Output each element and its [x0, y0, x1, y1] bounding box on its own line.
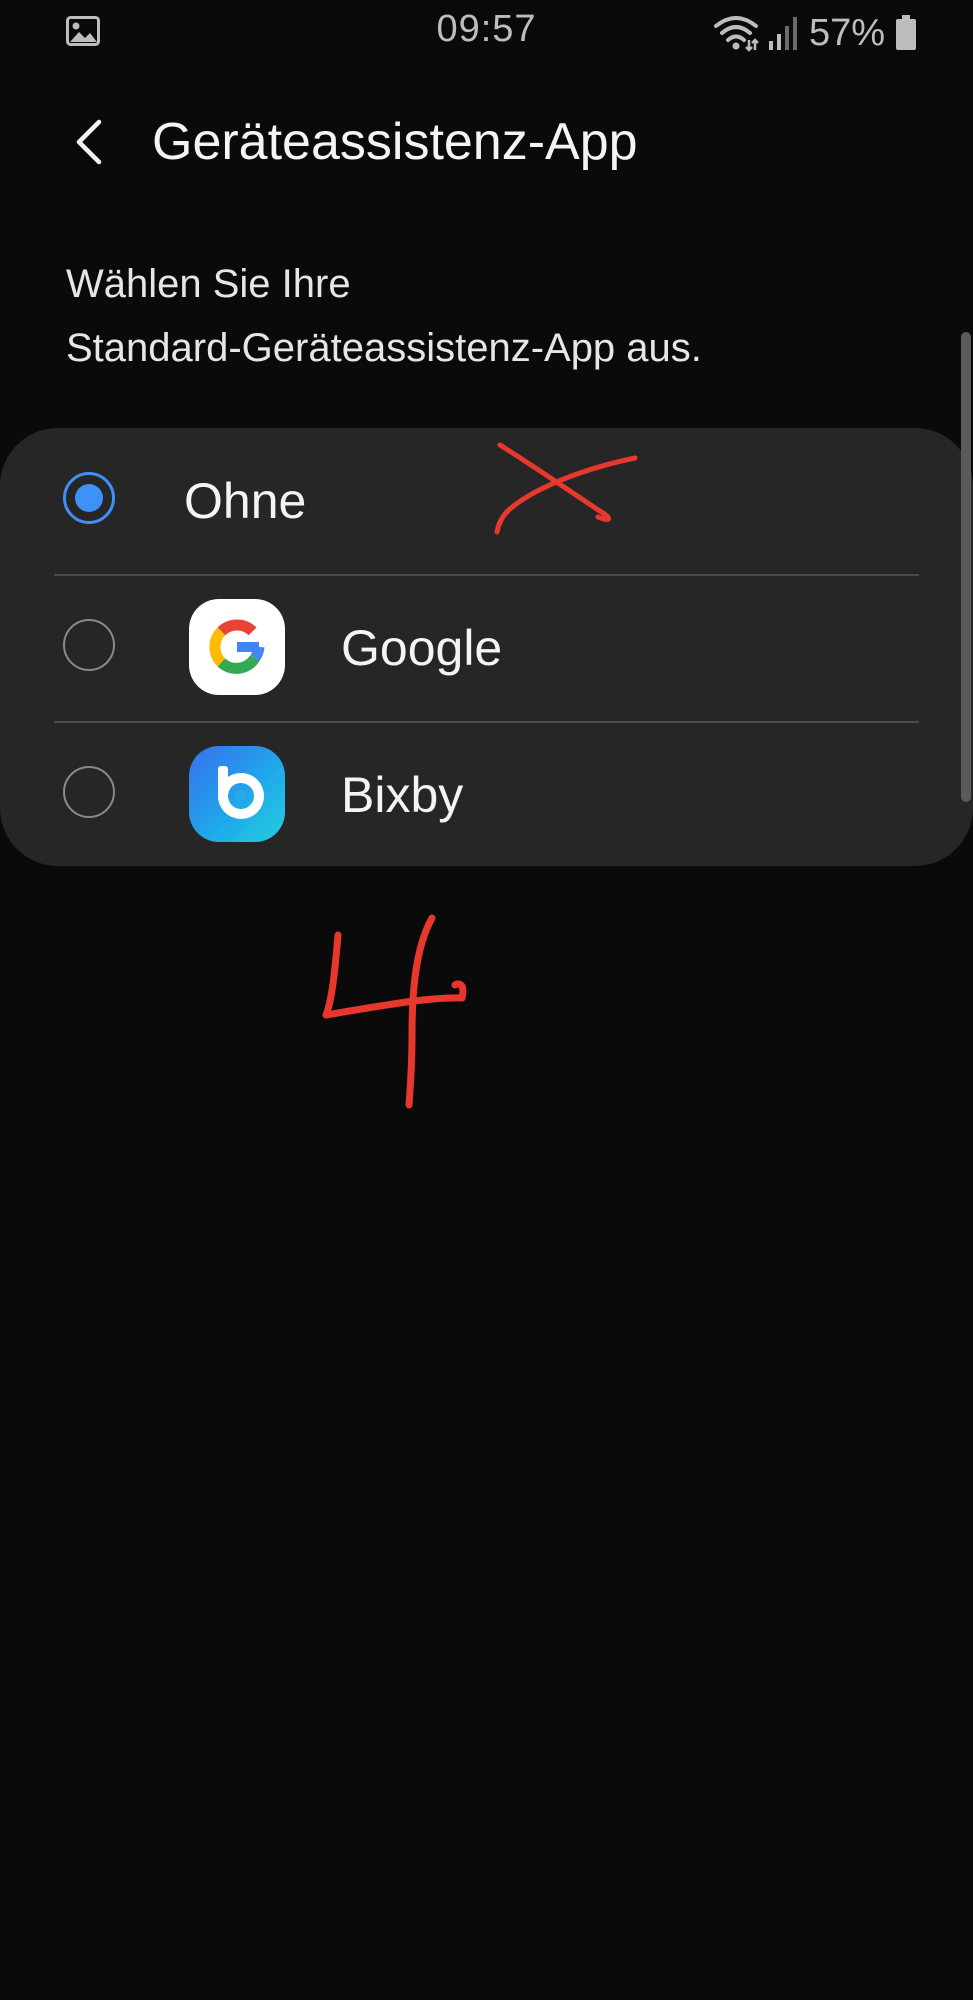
battery-icon — [896, 15, 916, 50]
scrollbar[interactable] — [961, 332, 971, 802]
option-label-bixby: Bixby — [341, 767, 464, 823]
signal-icon — [768, 17, 797, 50]
app-bar: Geräteassistenz-App — [0, 92, 973, 192]
status-indicators: 57% — [713, 10, 917, 56]
option-ohne[interactable]: Ohne — [0, 428, 973, 574]
description-text: Wählen Sie Ihre Standard-Geräteassistenz… — [66, 252, 926, 380]
digit-four-mark — [322, 914, 467, 1109]
status-bar: 09:57 57% — [0, 0, 973, 66]
battery-percent: 57% — [808, 11, 885, 54]
option-label-google: Google — [341, 620, 503, 676]
back-button[interactable] — [56, 110, 120, 174]
description-line-2: Standard-Geräteassistenz-App aus. — [66, 326, 702, 370]
option-bixby[interactable]: Bixby — [0, 722, 973, 868]
assistant-options-list: Ohne Google Bixby — [0, 428, 973, 866]
radio-button-selected[interactable] — [63, 472, 115, 524]
radio-button[interactable] — [63, 766, 115, 818]
google-icon — [189, 599, 285, 695]
chevron-left-icon — [76, 119, 102, 165]
option-label-ohne: Ohne — [184, 473, 307, 529]
description-line-1: Wählen Sie Ihre — [66, 262, 351, 306]
wifi-icon — [713, 16, 759, 52]
option-google[interactable]: Google — [0, 575, 973, 721]
radio-button[interactable] — [63, 619, 115, 671]
bixby-icon — [189, 746, 285, 842]
page-title: Geräteassistenz-App — [152, 113, 638, 171]
